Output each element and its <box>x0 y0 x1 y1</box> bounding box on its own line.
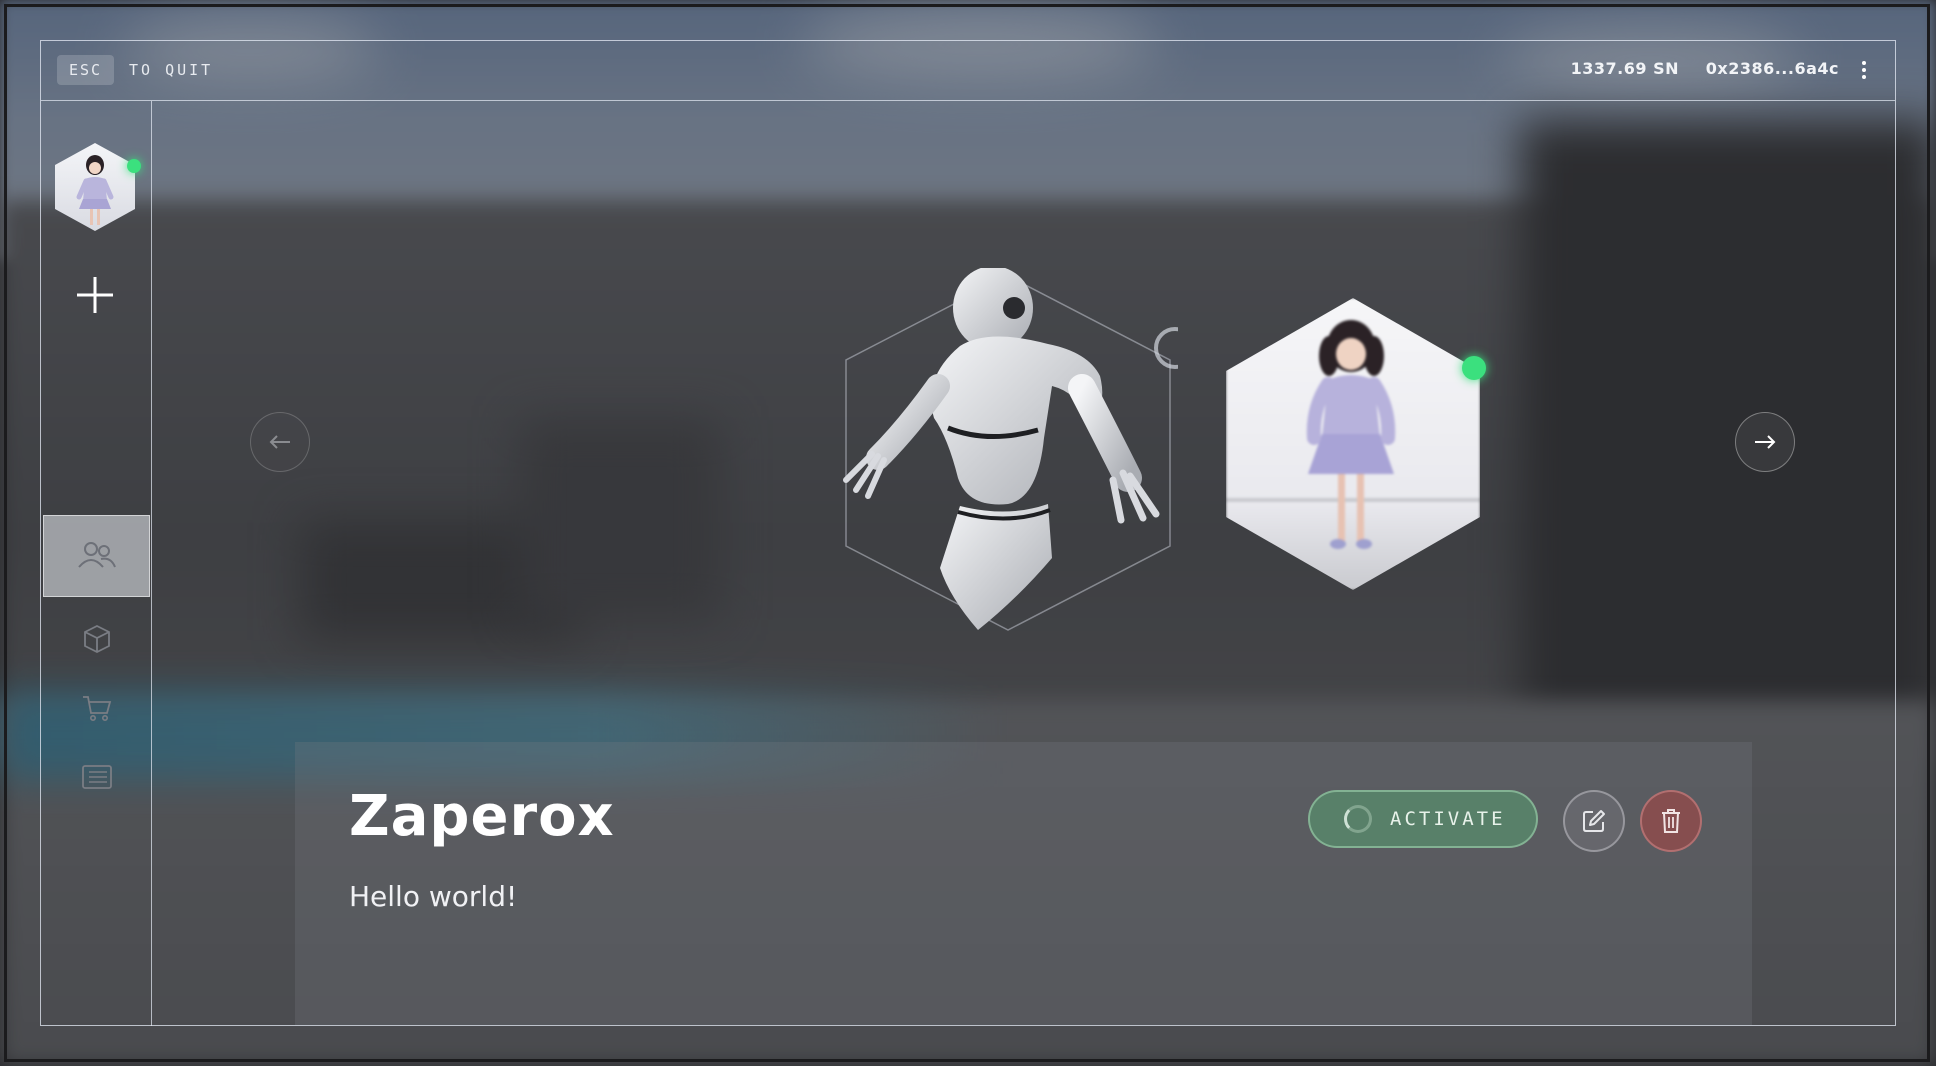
newspaper-icon <box>81 765 112 789</box>
arrow-left-icon <box>269 435 290 449</box>
sidebar-item-characters[interactable] <box>43 515 150 597</box>
anime-girl-thumbnail <box>76 155 114 225</box>
top-bar: ESC TO QUIT 1337.69 SN 0x2386...6a4c <box>41 41 1895 101</box>
sidebar-item-news[interactable] <box>43 736 150 818</box>
more-options-icon[interactable] <box>1861 61 1867 81</box>
character-info-panel: Zaperox Hello world! ACTIVATE <box>295 742 1752 1025</box>
esc-key-badge[interactable]: ESC <box>57 55 115 85</box>
token-balance: 1337.69 SN <box>1570 59 1679 78</box>
robot-character-model <box>843 268 1160 630</box>
selected-character-card[interactable] <box>838 268 1178 638</box>
quit-hint: TO QUIT <box>129 61 214 79</box>
loading-spinner-icon <box>1344 805 1372 833</box>
cart-icon <box>82 696 111 721</box>
edit-character-button[interactable] <box>1563 790 1625 852</box>
sidebar <box>41 101 152 1026</box>
users-icon <box>77 542 116 568</box>
character-description: Hello world! <box>349 880 518 913</box>
activate-button-label: ACTIVATE <box>1390 808 1506 830</box>
next-character-card[interactable] <box>1226 298 1486 590</box>
trash-icon <box>1662 809 1680 833</box>
active-character-avatar[interactable] <box>55 143 141 231</box>
delete-character-button[interactable] <box>1640 790 1702 852</box>
next-character-button[interactable] <box>1735 412 1795 472</box>
add-character-button[interactable] <box>75 275 115 315</box>
cube-icon <box>83 624 110 654</box>
anime-girl-character-model <box>1226 320 1480 549</box>
online-status-dot <box>127 159 141 173</box>
previous-character-button[interactable] <box>250 412 310 472</box>
activate-button[interactable]: ACTIVATE <box>1308 790 1538 848</box>
arrow-right-icon <box>1755 435 1776 449</box>
edit-icon <box>1583 810 1605 832</box>
wallet-address[interactable]: 0x2386...6a4c <box>1706 59 1839 78</box>
online-status-dot <box>1462 356 1486 380</box>
plus-icon <box>77 277 113 313</box>
character-name: Zaperox <box>349 784 615 849</box>
